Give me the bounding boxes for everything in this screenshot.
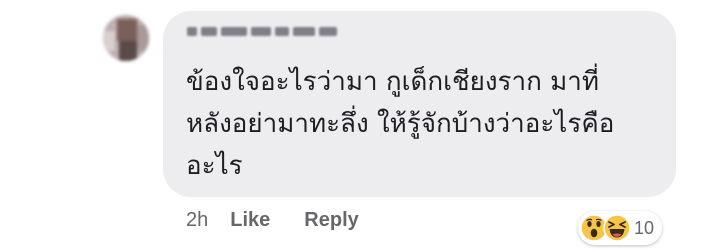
like-button[interactable]: Like bbox=[230, 209, 270, 232]
comment-text-line: ข้องใจอะไรว่ามา กูเด็กเชียงราก มาที่ bbox=[186, 67, 600, 97]
comment-text-line: หลังอย่ามาทะลึ่ง ให้รู้จักบ้างว่าอะไรคือ bbox=[186, 109, 615, 139]
haha-reaction-icon bbox=[603, 214, 631, 242]
comment-actions: 2h Like Reply bbox=[186, 204, 393, 236]
comment-text: ข้องใจอะไรว่ามา กูเด็กเชียงราก มาที่ หลั… bbox=[186, 61, 666, 187]
reaction-count: 10 bbox=[634, 217, 655, 238]
reply-button[interactable]: Reply bbox=[304, 209, 358, 232]
comment-text-line: อะไร bbox=[186, 151, 243, 181]
reaction-summary[interactable]: 10 bbox=[578, 211, 663, 245]
avatar[interactable] bbox=[103, 15, 149, 61]
comment: ข้องใจอะไรว่ามา กูเด็กเชียงราก มาที่ หลั… bbox=[0, 0, 704, 252]
timestamp[interactable]: 2h bbox=[186, 209, 208, 232]
author-name-redacted[interactable] bbox=[187, 22, 337, 40]
